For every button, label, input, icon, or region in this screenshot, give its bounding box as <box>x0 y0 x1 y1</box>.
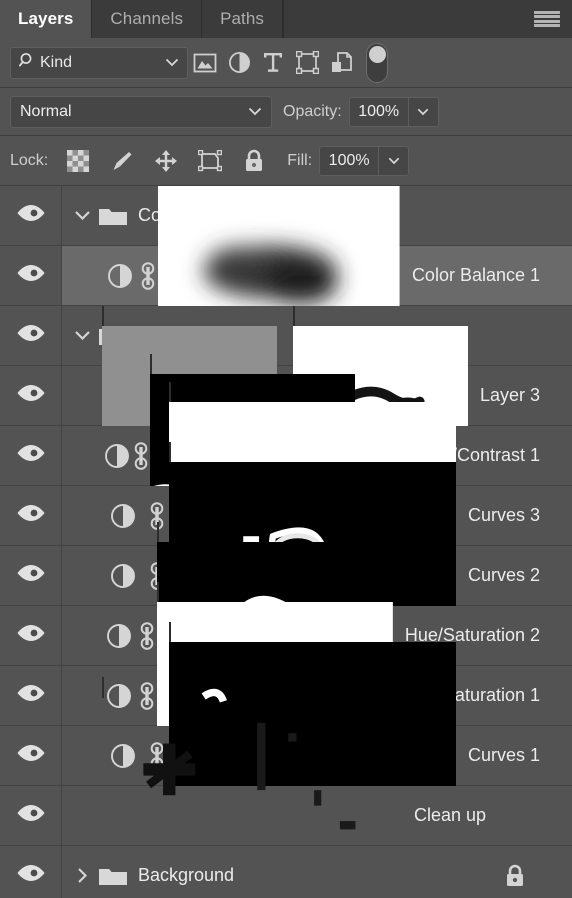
lock-all-icon[interactable] <box>232 149 276 173</box>
adjustment-layer-icon[interactable] <box>102 263 137 289</box>
eye-icon <box>16 323 46 348</box>
layer-visibility-toggle[interactable] <box>0 486 62 545</box>
layer-row-body[interactable]: Clean up <box>62 676 572 898</box>
layer-row[interactable]: Background <box>0 846 572 898</box>
layer-name: Clean up <box>413 805 487 825</box>
layer-row[interactable]: Color Balance 1 <box>0 186 572 397</box>
position-lock-icon[interactable] <box>144 149 188 173</box>
layer-row[interactable]: Clean up <box>0 676 572 898</box>
layer-row-body[interactable]: Background <box>62 846 572 898</box>
fill-label: Fill: <box>287 151 313 169</box>
chevron-down-icon[interactable] <box>68 210 96 221</box>
layer-lock-icon[interactable] <box>504 863 540 888</box>
blend-mode-value: Normal <box>20 102 72 120</box>
layer-filter-bar: Kind <box>0 38 572 88</box>
chevron-right-icon[interactable] <box>68 867 96 884</box>
layer-list[interactable]: Color grading <box>0 186 572 898</box>
layer-visibility-toggle[interactable] <box>0 546 62 605</box>
layer-name: Background <box>138 865 235 885</box>
artboard-nesting-lock-icon[interactable] <box>188 149 232 172</box>
layer-name: Curves 3 <box>467 505 540 525</box>
tab-channels[interactable]: Channels <box>92 0 203 38</box>
layer-visibility-toggle[interactable] <box>0 426 62 485</box>
layer-row-body[interactable]: Color Balance 1 <box>62 186 572 397</box>
pixel-layer-filter-icon[interactable] <box>188 52 222 74</box>
eye-icon <box>16 443 46 468</box>
shape-layer-filter-icon[interactable] <box>290 51 324 74</box>
layer-visibility-toggle[interactable] <box>0 366 62 425</box>
tab-layers-label: Layers <box>18 9 74 28</box>
layer-visibility-toggle[interactable] <box>0 246 62 305</box>
chevron-down-icon[interactable] <box>68 330 96 341</box>
layer-name: Curves 2 <box>467 565 540 585</box>
adjustment-layer-filter-icon[interactable] <box>222 51 256 74</box>
layer-visibility-toggle[interactable] <box>0 666 62 725</box>
tab-channels-label: Channels <box>110 9 184 28</box>
layer-visibility-toggle[interactable] <box>0 606 62 665</box>
opacity-stepper-chevron-down-icon[interactable] <box>407 97 438 126</box>
folder-icon <box>96 204 130 228</box>
fill-value[interactable]: 100% <box>320 147 378 175</box>
eye-icon <box>16 803 46 828</box>
layer-visibility-toggle[interactable] <box>0 846 62 898</box>
fill-field[interactable]: 100% <box>319 145 410 176</box>
mask-link-icon[interactable] <box>137 261 158 291</box>
tab-layers[interactable]: Layers <box>0 0 93 38</box>
layer-visibility-toggle[interactable] <box>0 726 62 785</box>
eye-icon <box>16 383 46 408</box>
tab-bar-filler <box>283 0 572 38</box>
eye-icon <box>16 503 46 528</box>
mask-link-icon[interactable] <box>132 441 150 471</box>
opacity-value[interactable]: 100% <box>350 98 408 126</box>
layer-visibility-toggle[interactable] <box>0 786 62 845</box>
filter-kind-dropdown[interactable]: Kind <box>10 46 188 79</box>
toggle-knob <box>368 45 386 63</box>
eye-icon <box>16 863 46 888</box>
layer-name: Color Balance 1 <box>411 265 541 285</box>
opacity-field[interactable]: 100% <box>348 96 439 127</box>
blend-opacity-row: Normal Opacity: 100% <box>0 88 572 136</box>
fill-stepper-chevron-down-icon[interactable] <box>378 146 408 175</box>
image-pixels-lock-icon[interactable] <box>100 149 144 173</box>
layer-name: Layer 3 <box>479 385 540 405</box>
lock-row: Lock: Fill: 100% <box>0 136 572 186</box>
tab-paths-label: Paths <box>220 9 265 28</box>
eye-icon <box>16 203 46 228</box>
filter-kind-label: Kind <box>40 53 73 71</box>
folder-icon <box>96 864 130 888</box>
blend-mode-dropdown[interactable]: Normal <box>10 95 272 128</box>
filter-enable-toggle[interactable] <box>366 42 388 83</box>
eye-icon <box>16 263 46 288</box>
checkerboard-swatch <box>67 149 90 172</box>
transparency-lock-icon[interactable] <box>56 149 100 172</box>
lock-label: Lock: <box>10 151 49 169</box>
chevron-down-icon <box>165 54 179 72</box>
eye-icon <box>16 683 46 708</box>
eye-icon <box>16 743 46 768</box>
opacity-label: Opacity: <box>283 102 342 120</box>
layers-panel: Layers Channels Paths Kind Normal Opacit… <box>0 0 572 898</box>
type-layer-filter-icon[interactable] <box>256 51 290 74</box>
eye-icon <box>16 563 46 588</box>
adjustment-layer-icon[interactable] <box>102 563 144 589</box>
panel-tab-bar: Layers Channels Paths <box>0 0 572 38</box>
hamburger-menu-icon[interactable] <box>534 11 560 27</box>
layer-visibility-toggle[interactable] <box>0 186 62 245</box>
chevron-down-icon <box>248 103 262 121</box>
eye-icon <box>16 623 46 648</box>
adjustment-layer-icon[interactable] <box>102 623 137 649</box>
adjustment-layer-icon[interactable] <box>102 503 144 529</box>
search-icon <box>18 52 36 74</box>
layer-name: Curves 1 <box>467 745 540 765</box>
adjustment-layer-icon[interactable] <box>102 443 132 469</box>
mask-link-icon[interactable] <box>137 621 157 651</box>
tab-paths[interactable]: Paths <box>202 0 284 38</box>
layer-visibility-toggle[interactable] <box>0 306 62 365</box>
smart-object-filter-icon[interactable] <box>324 51 358 75</box>
